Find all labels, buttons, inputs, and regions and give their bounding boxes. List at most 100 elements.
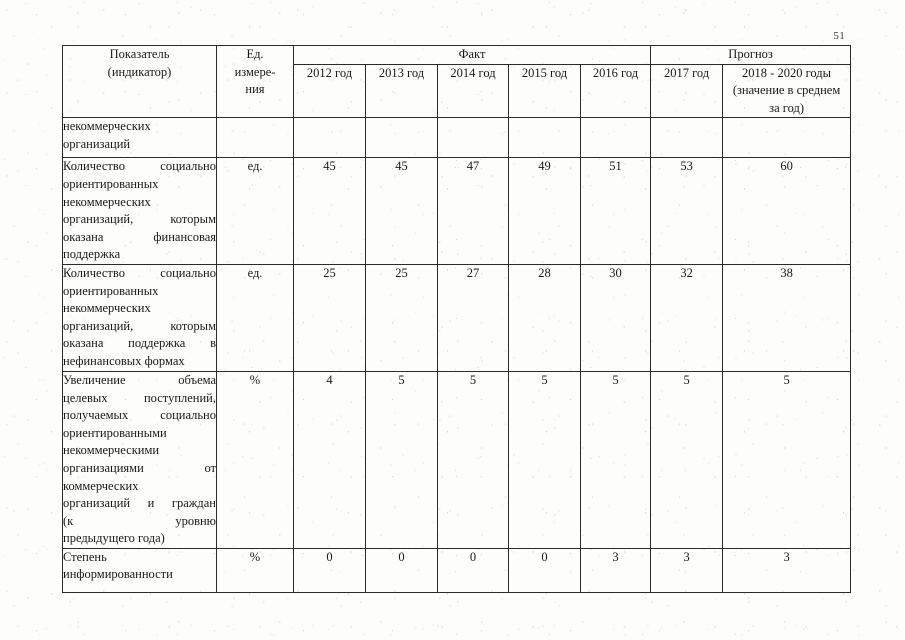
header-group-fact: Факт bbox=[292, 45, 652, 65]
cell-value: 5 bbox=[650, 370, 724, 549]
table-row: Количество социально ориентированных неком… bbox=[62, 157, 852, 265]
indicator-line: оказана поддержка в bbox=[63, 336, 216, 351]
table-row: некоммерческих организаций bbox=[62, 117, 852, 159]
header-period-line-3: за год) bbox=[769, 100, 804, 115]
indicator-line: некоммерческих bbox=[63, 119, 151, 134]
indicator-line: поддержка bbox=[63, 247, 121, 262]
header-unit-line-2: измере- bbox=[234, 64, 276, 79]
header-unit-line-1: Ед. bbox=[246, 47, 264, 61]
cell-value: 5 bbox=[365, 370, 438, 549]
cell-value: 4 bbox=[293, 370, 366, 549]
cell-value bbox=[650, 117, 724, 159]
indicator-line: Увеличение объема bbox=[63, 372, 216, 387]
indicator-line: оказана финансовая bbox=[63, 229, 216, 244]
indicator-line: некоммерческих bbox=[63, 194, 151, 209]
cell-value bbox=[293, 117, 366, 159]
cell-unit: % bbox=[216, 547, 294, 593]
cell-value: 60 bbox=[722, 157, 852, 265]
cell-indicator: Количество социально ориентированных неком… bbox=[62, 263, 217, 372]
header-year-2016: 2016 год bbox=[579, 63, 652, 119]
cell-value bbox=[365, 117, 438, 159]
cell-unit bbox=[216, 117, 294, 159]
cell-value: 0 bbox=[293, 547, 366, 593]
cell-value: 51 bbox=[579, 157, 652, 265]
header-indicator-line-1: Показатель bbox=[109, 47, 170, 61]
table-row: Количество социально ориентированных неком… bbox=[62, 263, 852, 372]
cell-indicator: Количество социально ориентированных неком… bbox=[62, 157, 217, 265]
cell-value: 3 bbox=[650, 547, 724, 593]
header-year-2013: 2013 год bbox=[365, 63, 438, 119]
cell-value: 49 bbox=[508, 157, 581, 265]
header-period-line-2: (значение в среднем bbox=[732, 83, 841, 98]
cell-value bbox=[722, 117, 852, 159]
cell-value: 53 bbox=[650, 157, 724, 265]
cell-value bbox=[437, 117, 509, 159]
cell-value: 25 bbox=[293, 263, 366, 372]
cell-value: 30 bbox=[579, 263, 652, 372]
table-header: Показатель (индикатор) Ед. измере- ния Ф… bbox=[62, 44, 852, 119]
indicator-line: ориентированных bbox=[63, 176, 159, 191]
cell-value: 5 bbox=[437, 370, 509, 549]
indicator-line: организаций bbox=[63, 136, 131, 151]
cell-value: 5 bbox=[722, 370, 852, 549]
cell-value: 47 bbox=[437, 157, 509, 265]
cell-value: 0 bbox=[508, 547, 581, 593]
table-row: Степень информированности% 0 0 0 0 3 3 3 bbox=[62, 547, 852, 593]
indicator-line: (к уровню bbox=[63, 513, 216, 528]
header-indicator-line-2: (индикатор) bbox=[107, 64, 172, 79]
indicators-table: Показатель (индикатор) Ед. измере- ния Ф… bbox=[62, 44, 852, 593]
indicator-line: Количество социально bbox=[63, 159, 216, 174]
header-period-2018-2020: 2018 - 2020 годы (значение в среднем за … bbox=[722, 63, 852, 119]
header-indicator: Показатель (индикатор) bbox=[62, 44, 217, 119]
cell-value: 5 bbox=[579, 370, 652, 549]
indicator-line: Количество социально bbox=[63, 265, 216, 280]
cell-value: 5 bbox=[508, 370, 581, 549]
cell-value: 38 bbox=[722, 263, 852, 372]
header-year-2014: 2014 год bbox=[437, 63, 509, 119]
indicator-line: ориентированных bbox=[63, 283, 159, 298]
page-number: 51 bbox=[833, 30, 845, 42]
cell-value bbox=[508, 117, 581, 159]
indicator-line: некоммерческими bbox=[63, 443, 160, 458]
cell-value: 32 bbox=[650, 263, 724, 372]
table-body: некоммерческих организаций Количество соци… bbox=[62, 117, 852, 593]
cell-indicator: некоммерческих организаций bbox=[62, 117, 217, 159]
header-year-2017: 2017 год bbox=[650, 63, 724, 119]
indicator-line: организаций и граждан bbox=[63, 496, 216, 511]
header-year-2015: 2015 год bbox=[508, 63, 581, 119]
cell-unit: ед. bbox=[216, 263, 294, 372]
indicator-line: некоммерческих bbox=[63, 301, 151, 316]
header-unit-line-3: ния bbox=[245, 82, 265, 97]
header-period-line-1: 2018 - 2020 годы bbox=[742, 65, 832, 80]
cell-value: 28 bbox=[508, 263, 581, 372]
cell-indicator: Увеличение объема целевых поступлений, пол… bbox=[62, 370, 217, 549]
cell-value: 27 bbox=[437, 263, 509, 372]
indicator-line: ориентированными bbox=[63, 425, 167, 440]
table-row: Увеличение объема целевых поступлений, пол… bbox=[62, 370, 852, 549]
indicator-line: коммерческих bbox=[63, 478, 139, 493]
indicator-line: организаций, которым bbox=[63, 318, 216, 333]
header-unit: Ед. измере- ния bbox=[216, 44, 294, 119]
cell-value: 45 bbox=[293, 157, 366, 265]
indicator-line: организаций, которым bbox=[63, 212, 216, 227]
indicator-line: предыдущего года) bbox=[63, 531, 165, 546]
cell-unit: ед. bbox=[216, 157, 294, 265]
cell-value: 45 bbox=[365, 157, 438, 265]
cell-value: 3 bbox=[722, 547, 852, 593]
indicator-line: нефинансовых формах bbox=[63, 353, 185, 368]
cell-value: 0 bbox=[437, 547, 509, 593]
indicator-line: организациями от bbox=[63, 460, 216, 475]
cell-value: 25 bbox=[365, 263, 438, 372]
indicator-line: целевых поступлений, bbox=[63, 390, 216, 405]
cell-value: 0 bbox=[365, 547, 438, 593]
indicator-line: информированности bbox=[63, 567, 173, 582]
cell-unit: % bbox=[216, 370, 294, 549]
header-group-forecast: Прогноз bbox=[650, 45, 852, 65]
cell-value bbox=[579, 117, 652, 159]
header-row-groups: Показатель (индикатор) Ед. измере- ния Ф… bbox=[62, 44, 852, 119]
indicator-line: получаемых социально bbox=[63, 408, 216, 423]
header-year-2012: 2012 год bbox=[293, 63, 366, 119]
indicator-line: Степень bbox=[63, 549, 107, 564]
cell-value: 3 bbox=[579, 547, 652, 593]
cell-indicator: Степень информированности bbox=[62, 547, 217, 593]
